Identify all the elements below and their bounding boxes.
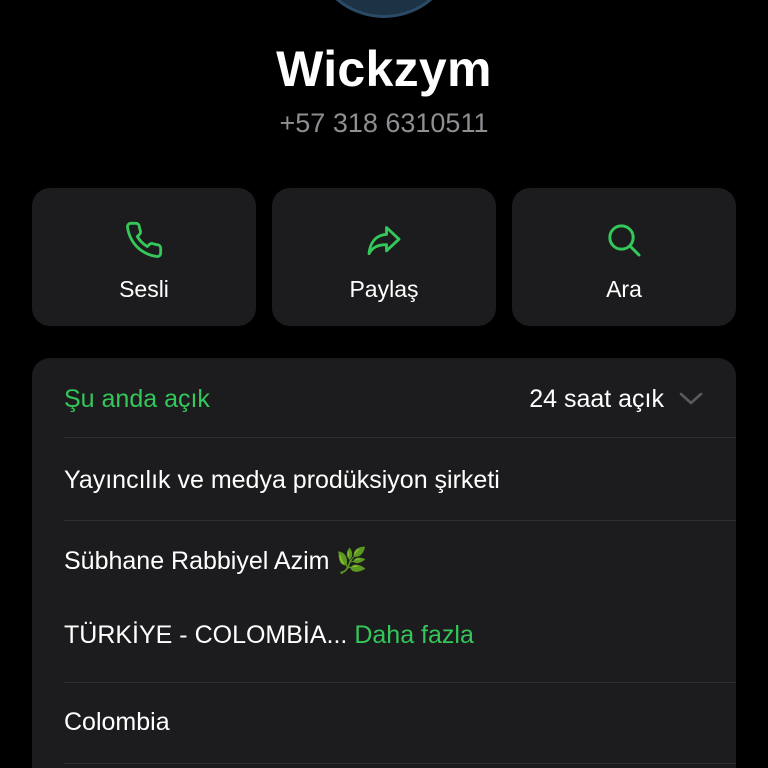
- search-icon: [512, 220, 736, 260]
- business-hours-row[interactable]: Şu anda açık 24 saat açık: [64, 382, 704, 416]
- phone-icon: [32, 220, 256, 260]
- read-more-link[interactable]: Daha fazla: [354, 621, 474, 649]
- business-profile-screen: Wickzym +57 318 6310511 Sesli Paylaş Ara: [0, 0, 768, 768]
- divider: [64, 763, 736, 764]
- open-status: Şu anda açık: [64, 384, 210, 413]
- business-category: Yayıncılık ve medya prodüksiyon şirketi: [64, 466, 500, 494]
- avatar[interactable]: [310, 0, 458, 18]
- voice-call-button[interactable]: Sesli: [32, 188, 256, 326]
- search-label: Ara: [606, 276, 642, 302]
- search-button[interactable]: Ara: [512, 188, 736, 326]
- business-description-line: Sübhane Rabbiyel Azim 🌿: [64, 547, 368, 575]
- contact-phone[interactable]: +57 318 6310511: [0, 108, 768, 139]
- business-location[interactable]: Colombia: [64, 708, 736, 737]
- business-description-text: TÜRKİYE - COLOMBİA...: [64, 621, 348, 649]
- divider: [64, 682, 736, 683]
- hours-detail: 24 saat açık: [529, 384, 664, 413]
- share-arrow-icon: [272, 220, 496, 260]
- business-info-card: Şu anda açık 24 saat açık Yayıncılık ve …: [32, 358, 736, 768]
- chevron-down-icon: [678, 385, 704, 414]
- business-description-continued: TÜRKİYE - COLOMBİA... Daha fazla: [64, 621, 736, 650]
- voice-call-label: Sesli: [119, 276, 169, 302]
- contact-name: Wickzym: [276, 41, 492, 97]
- divider: [64, 437, 736, 438]
- divider: [64, 520, 736, 521]
- share-label: Paylaş: [349, 276, 419, 302]
- share-button[interactable]: Paylaş: [272, 188, 496, 326]
